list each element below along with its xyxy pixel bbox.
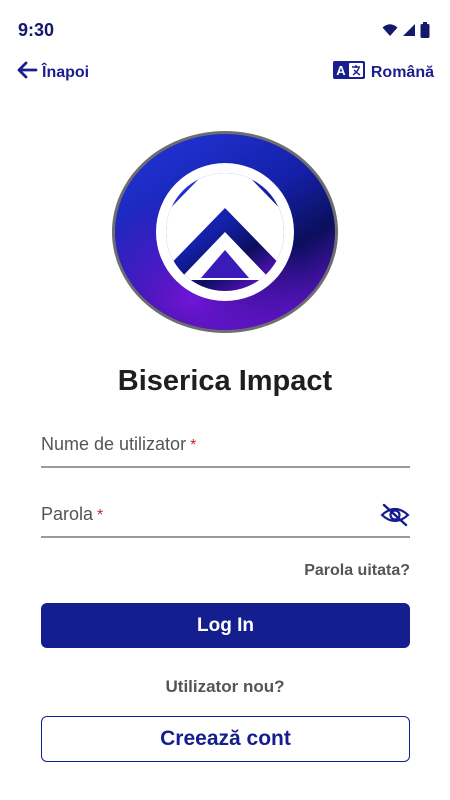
back-label: Înapoi [42,63,90,81]
status-bar: 9:30 [0,0,450,60]
status-icons [382,22,430,43]
password-field[interactable]: Parola * [41,498,410,538]
username-field[interactable]: Nume de utilizator * [41,428,410,468]
language-button[interactable]: A Română [332,60,434,85]
status-time: 9:30 [18,20,55,40]
required-mark: * [97,507,104,524]
create-account-button[interactable]: Creează cont [41,716,410,762]
login-button[interactable]: Log In [41,603,410,648]
signal-icon [402,23,416,42]
language-label: Română [370,63,434,81]
translate-icon: A [332,60,365,85]
wifi-icon [382,23,398,42]
required-mark: * [190,437,197,454]
username-label: Nume de utilizator * [41,434,196,455]
new-user-text: Utilizator nou? [165,677,285,696]
eye-off-icon[interactable] [380,502,410,528]
create-account-label: Creează cont [160,727,291,750]
back-button[interactable]: Înapoi [16,60,89,85]
password-label-text: Parola [41,504,94,524]
username-label-text: Nume de utilizator [41,434,187,454]
login-button-label: Log In [197,614,254,636]
password-label: Parola * [41,504,103,525]
top-bar: Înapoi A Română [0,60,450,86]
battery-icon [420,22,430,43]
app-title: Biserica Impact [117,365,333,397]
svg-text:A: A [336,63,346,78]
church-logo-icon [111,130,339,334]
arrow-left-icon [16,60,38,85]
forgot-password-link[interactable]: Parola uitata? [304,562,410,580]
